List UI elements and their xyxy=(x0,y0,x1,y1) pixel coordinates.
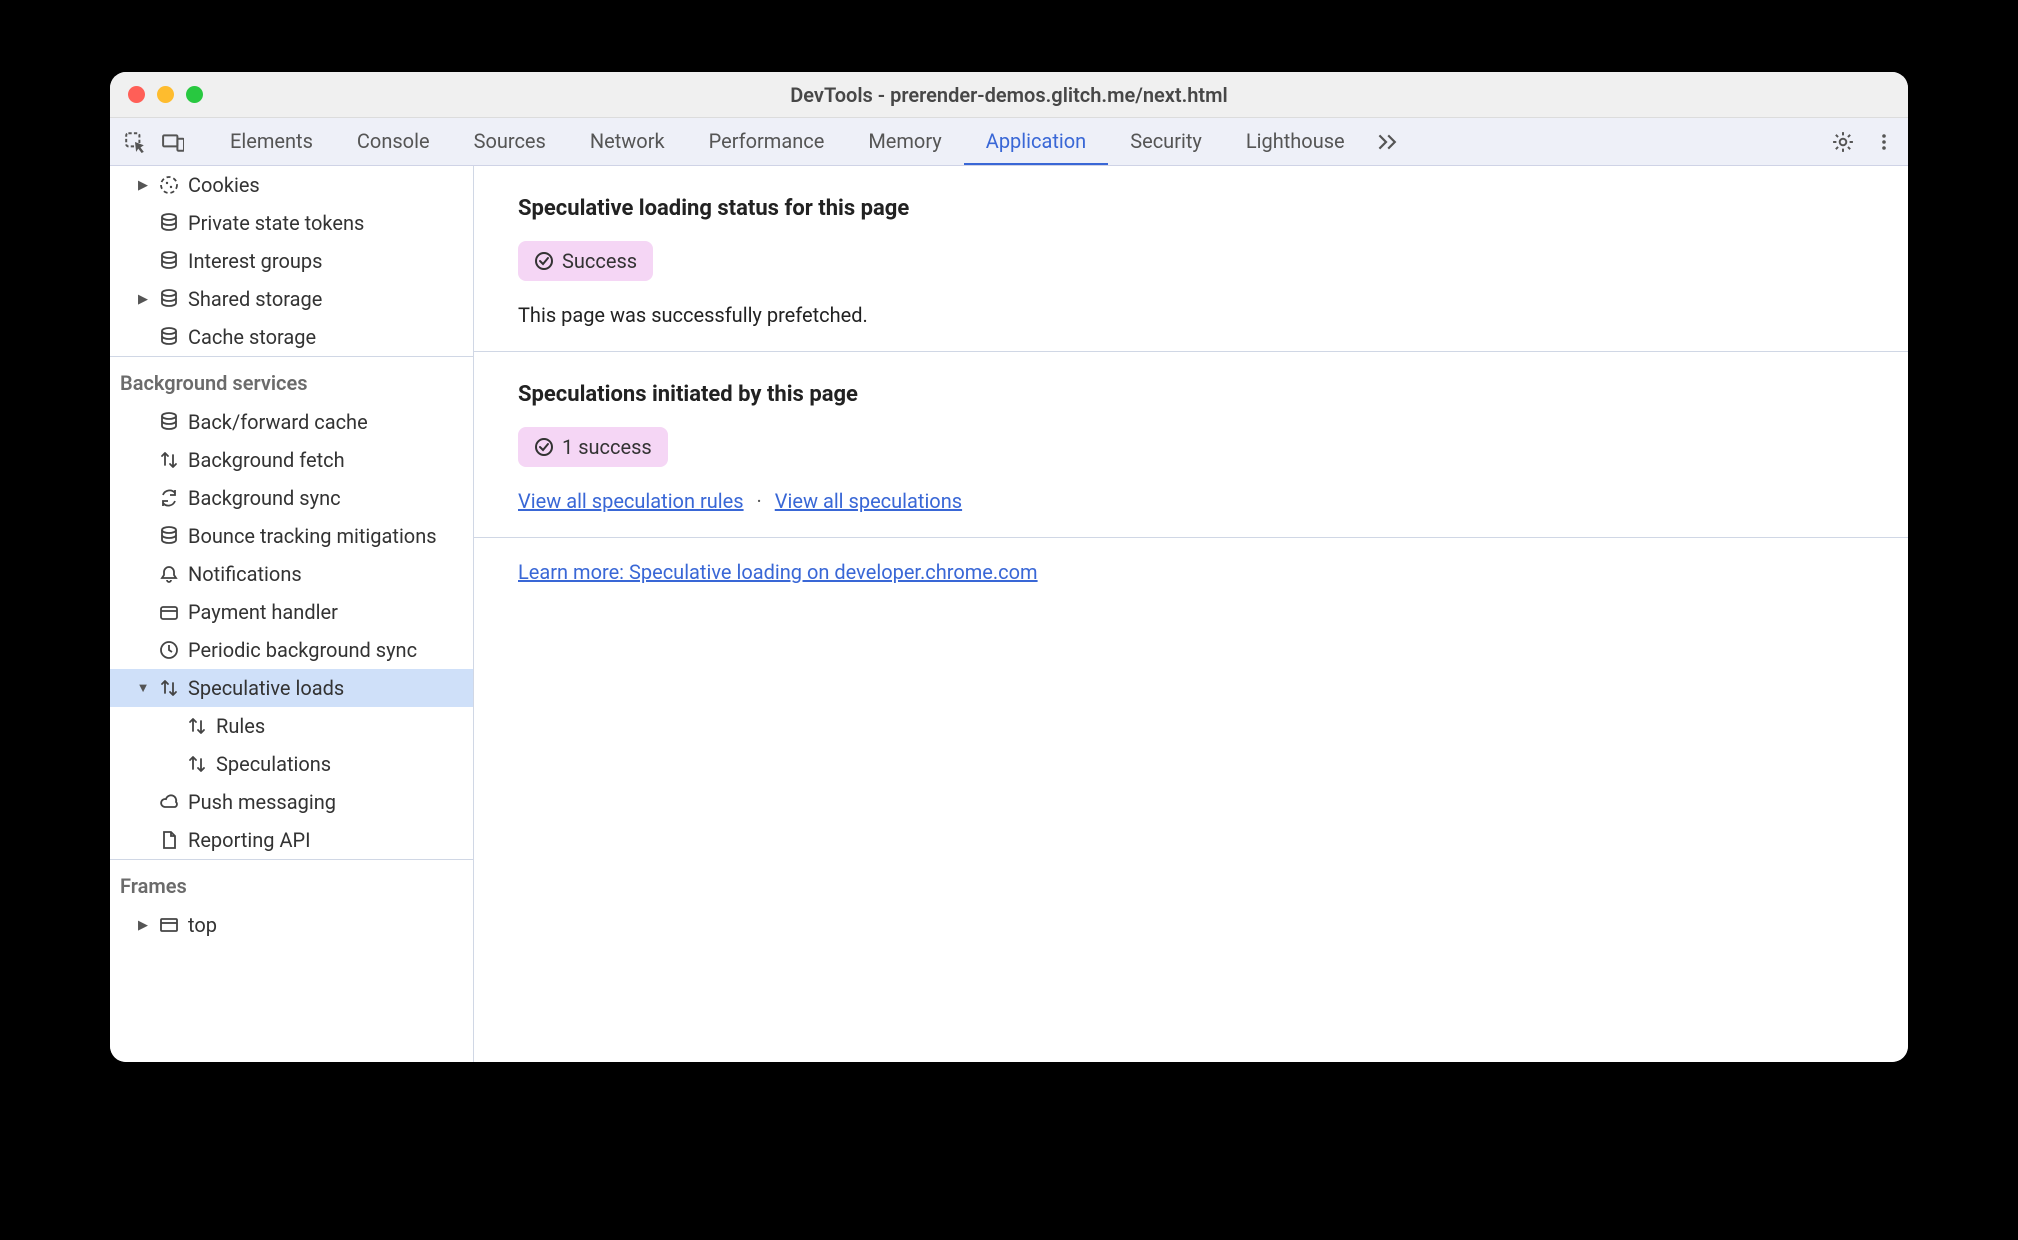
sync-icon xyxy=(158,488,180,508)
expander-icon: ▶ xyxy=(136,918,150,933)
sidebar-item-label: Periodic background sync xyxy=(188,638,417,662)
frame-icon xyxy=(158,915,180,935)
speculations-heading: Speculations initiated by this page xyxy=(518,382,1864,407)
sidebar-item-top[interactable]: ▶ top xyxy=(110,906,473,944)
sidebar-item-background-sync[interactable]: Background sync xyxy=(110,479,473,517)
separator-dot: · xyxy=(749,489,770,513)
sidebar-item-shared-storage[interactable]: ▶ Shared storage xyxy=(110,280,473,318)
sidebar-item-rules[interactable]: Rules xyxy=(110,707,473,745)
speculations-badge: 1 success xyxy=(518,427,668,467)
doc-icon xyxy=(158,830,180,850)
sidebar-item-label: Push messaging xyxy=(188,790,336,814)
tab-application[interactable]: Application xyxy=(964,118,1108,165)
status-badge: Success xyxy=(518,241,653,281)
section-background-services: Background services xyxy=(110,357,473,403)
sidebar-item-cookies[interactable]: ▶ Cookies xyxy=(110,166,473,204)
minimize-icon[interactable] xyxy=(157,86,174,103)
more-tabs-icon[interactable] xyxy=(1367,118,1405,165)
sidebar-item-interest-groups[interactable]: Interest groups xyxy=(110,242,473,280)
sidebar-item-label: Rules xyxy=(216,714,265,738)
db-icon xyxy=(158,251,180,271)
tab-elements[interactable]: Elements xyxy=(208,118,335,165)
link-view-speculations[interactable]: View all speculations xyxy=(775,489,962,513)
cookie-icon xyxy=(158,175,180,195)
device-icon[interactable] xyxy=(154,118,192,165)
db-icon xyxy=(158,289,180,309)
kebab-icon[interactable] xyxy=(1874,132,1894,152)
bell-icon xyxy=(158,564,180,584)
sidebar-item-label: Back/forward cache xyxy=(188,410,368,434)
sidebar-item-label: top xyxy=(188,913,217,937)
sidebar-item-bounce-tracking-mitigations[interactable]: Bounce tracking mitigations xyxy=(110,517,473,555)
updown-icon xyxy=(158,450,180,470)
sidebar-item-label: Background sync xyxy=(188,486,341,510)
link-learn-more[interactable]: Learn more: Speculative loading on devel… xyxy=(518,560,1038,584)
card-icon xyxy=(158,602,180,622)
link-view-rules[interactable]: View all speculation rules xyxy=(518,489,744,513)
clock-icon xyxy=(158,640,180,660)
sidebar-item-label: Interest groups xyxy=(188,249,322,273)
sidebar-item-speculative-loads[interactable]: ▼ Speculative loads xyxy=(110,669,473,707)
inspect-icon[interactable] xyxy=(116,118,154,165)
sidebar-item-reporting-api[interactable]: Reporting API xyxy=(110,821,473,859)
updown-icon xyxy=(186,716,208,736)
tab-security[interactable]: Security xyxy=(1108,118,1224,165)
sidebar-item-label: Cookies xyxy=(188,173,260,197)
sidebar-item-label: Speculations xyxy=(216,752,331,776)
sidebar-item-label: Reporting API xyxy=(188,828,311,852)
tab-performance[interactable]: Performance xyxy=(687,118,847,165)
sidebar-item-periodic-background-sync[interactable]: Periodic background sync xyxy=(110,631,473,669)
tab-memory[interactable]: Memory xyxy=(846,118,963,165)
tab-sources[interactable]: Sources xyxy=(452,118,568,165)
expander-icon: ▶ xyxy=(136,292,150,307)
cloud-icon xyxy=(158,792,180,812)
tab-lighthouse[interactable]: Lighthouse xyxy=(1224,118,1367,165)
sidebar-item-label: Private state tokens xyxy=(188,211,364,235)
sidebar-item-label: Notifications xyxy=(188,562,302,586)
main-panel: Speculative loading status for this page… xyxy=(474,166,1908,1062)
sidebar-item-background-fetch[interactable]: Background fetch xyxy=(110,441,473,479)
gear-icon[interactable] xyxy=(1832,131,1854,153)
updown-icon xyxy=(186,754,208,774)
expander-icon: ▶ xyxy=(136,178,150,193)
zoom-icon[interactable] xyxy=(186,86,203,103)
sidebar-item-notifications[interactable]: Notifications xyxy=(110,555,473,593)
status-body: This page was successfully prefetched. xyxy=(518,303,1864,327)
db-icon xyxy=(158,327,180,347)
section-frames: Frames xyxy=(110,860,473,906)
devtools-window: DevTools - prerender-demos.glitch.me/nex… xyxy=(110,72,1908,1062)
sidebar-item-label: Background fetch xyxy=(188,448,345,472)
tabbar: ElementsConsoleSourcesNetworkPerformance… xyxy=(110,118,1908,166)
tab-network[interactable]: Network xyxy=(568,118,687,165)
updown-icon xyxy=(158,678,180,698)
check-icon xyxy=(534,251,554,271)
sidebar-item-label: Bounce tracking mitigations xyxy=(188,524,437,548)
window-title: DevTools - prerender-demos.glitch.me/nex… xyxy=(110,83,1908,107)
status-heading: Speculative loading status for this page xyxy=(518,196,1864,221)
traffic-lights xyxy=(128,86,203,103)
sidebar-item-back-forward-cache[interactable]: Back/forward cache xyxy=(110,403,473,441)
check-icon xyxy=(534,437,554,457)
db-icon xyxy=(158,213,180,233)
sidebar: ▶ Cookies Private state tokens Interest gro… xyxy=(110,166,474,1062)
tab-console[interactable]: Console xyxy=(335,118,452,165)
sidebar-item-cache-storage[interactable]: Cache storage xyxy=(110,318,473,356)
sidebar-item-speculations[interactable]: Speculations xyxy=(110,745,473,783)
sidebar-item-label: Shared storage xyxy=(188,287,322,311)
speculations-badge-label: 1 success xyxy=(562,435,652,459)
sidebar-item-push-messaging[interactable]: Push messaging xyxy=(110,783,473,821)
close-icon[interactable] xyxy=(128,86,145,103)
sidebar-item-label: Speculative loads xyxy=(188,676,344,700)
sidebar-item-private-state-tokens[interactable]: Private state tokens xyxy=(110,204,473,242)
expander-icon: ▼ xyxy=(136,680,150,696)
status-badge-label: Success xyxy=(562,249,637,273)
sidebar-item-payment-handler[interactable]: Payment handler xyxy=(110,593,473,631)
db-icon xyxy=(158,412,180,432)
titlebar: DevTools - prerender-demos.glitch.me/nex… xyxy=(110,72,1908,118)
db-icon xyxy=(158,526,180,546)
sidebar-item-label: Payment handler xyxy=(188,600,338,624)
sidebar-item-label: Cache storage xyxy=(188,325,316,349)
